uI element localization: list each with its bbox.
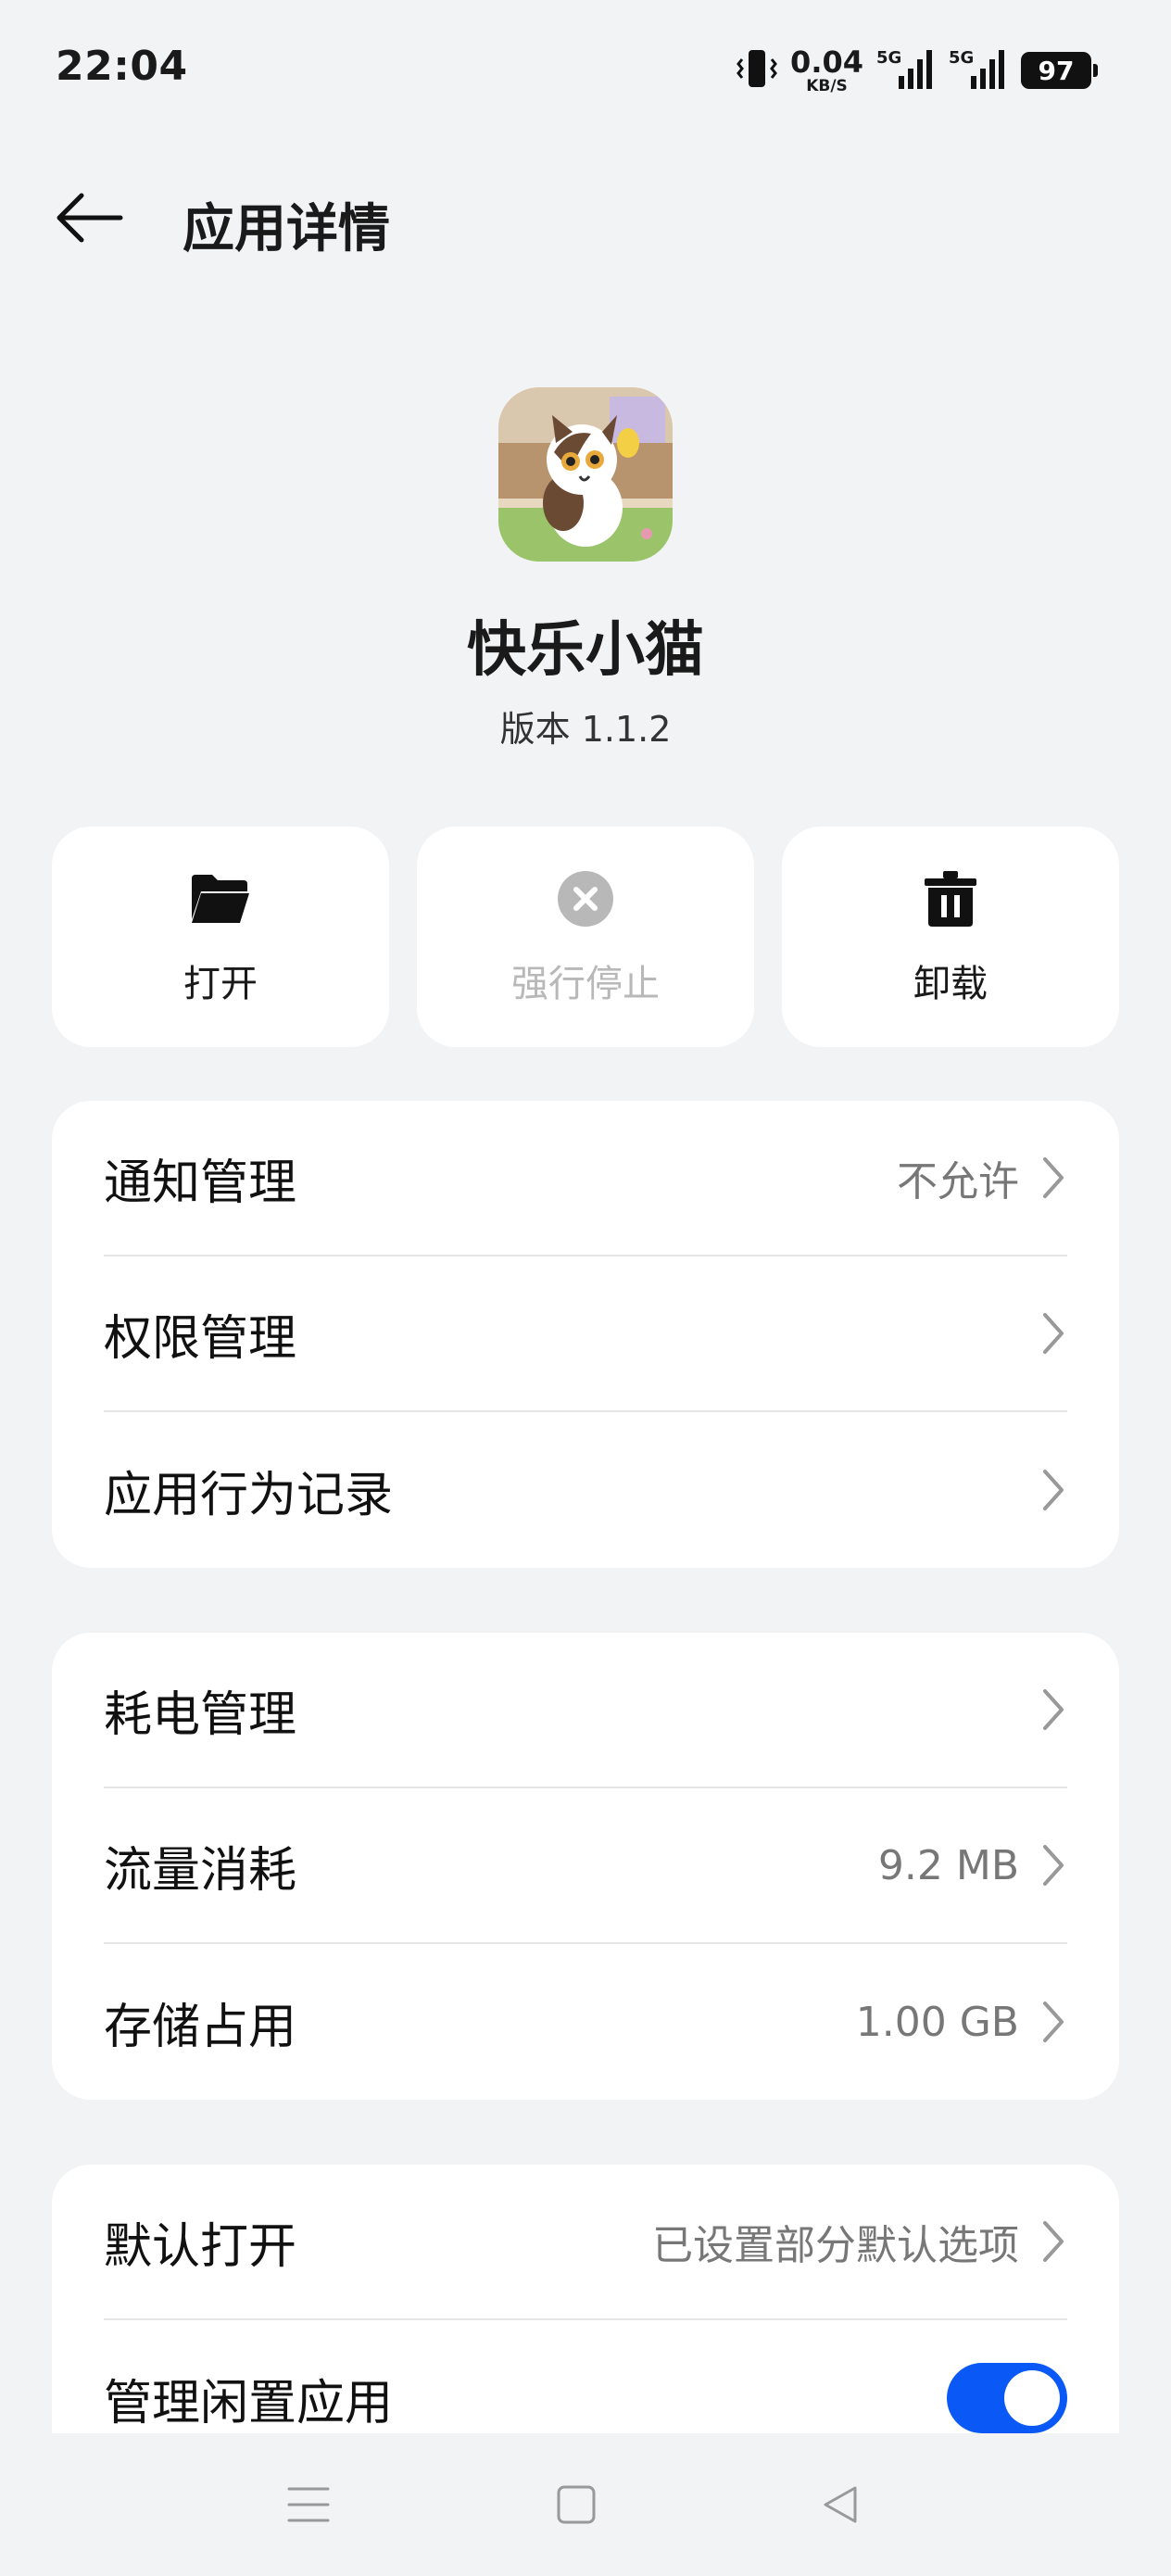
- battery-management-row[interactable]: 耗电管理: [104, 1633, 1067, 1788]
- back-button[interactable]: [52, 181, 126, 255]
- status-bar: 22:04 0.04 KB/S 5G 5G 97: [0, 0, 1171, 139]
- app-icon: [498, 387, 673, 562]
- row-title: 流量消耗: [104, 1842, 297, 1899]
- row-value: 已设置部分默认选项: [652, 2222, 1019, 2269]
- status-icons: 0.04 KB/S 5G 5G 97: [737, 44, 1098, 96]
- navigation-bar: [0, 2433, 1171, 2576]
- idle-apps-toggle[interactable]: [947, 2363, 1067, 2433]
- open-button[interactable]: 打开: [52, 827, 389, 1047]
- net-speed-unit: KB/S: [806, 76, 848, 95]
- data-usage-row[interactable]: 流量消耗 9.2 MB: [104, 1788, 1067, 1944]
- row-title: 应用行为记录: [104, 1467, 394, 1523]
- row-value: 9.2 MB: [877, 1841, 1019, 1889]
- battery-level: 97: [1038, 55, 1075, 86]
- net-speed: 0.04 KB/S: [790, 47, 863, 95]
- folder-open-icon: [188, 866, 253, 931]
- chevron-right-icon: [1043, 1470, 1064, 1510]
- chevron-right-icon: [1043, 2001, 1064, 2042]
- app-version: 版本 1.1.2: [499, 709, 672, 750]
- row-value: 不允许: [897, 1158, 1019, 1206]
- chevron-right-icon: [1043, 1157, 1064, 1198]
- trash-icon: [918, 866, 983, 931]
- menu-icon: [287, 2487, 330, 2522]
- battery-icon: 97: [1021, 52, 1098, 89]
- chevron-right-icon: [1043, 2221, 1064, 2262]
- chevron-right-icon: [1043, 1689, 1064, 1730]
- page-title: 应用详情: [183, 199, 390, 259]
- open-label: 打开: [183, 963, 258, 1005]
- home-button[interactable]: [544, 2472, 609, 2537]
- force-stop-button[interactable]: 强行停止: [417, 827, 754, 1047]
- signal-5g-icon: 5G: [949, 48, 1008, 93]
- action-buttons: 打开 强行停止 卸载: [52, 827, 1119, 1047]
- menu-button[interactable]: [276, 2472, 341, 2537]
- chevron-right-icon: [1043, 1313, 1064, 1354]
- row-value: 1.00 GB: [855, 1998, 1019, 2046]
- uninstall-button[interactable]: 卸载: [782, 827, 1119, 1047]
- back-arrow-icon: [57, 193, 123, 243]
- settings-group-2: 耗电管理 流量消耗 9.2 MB 存储占用 1.00 GB: [52, 1633, 1119, 2100]
- vibrate-icon: [737, 46, 777, 95]
- row-title: 耗电管理: [104, 1686, 297, 1743]
- toggle-knob: [1004, 2370, 1060, 2426]
- signal-5g-icon: 5G: [876, 48, 936, 93]
- manage-idle-apps-row: 管理闲置应用: [104, 2320, 1067, 2433]
- row-title: 权限管理: [104, 1310, 297, 1367]
- row-title: 存储占用: [104, 1999, 297, 2055]
- notification-management-row[interactable]: 通知管理 不允许: [104, 1101, 1067, 1256]
- row-title: 默认打开: [104, 2218, 297, 2275]
- back-triangle-icon: [824, 2486, 857, 2523]
- default-open-row[interactable]: 默认打开 已设置部分默认选项: [104, 2165, 1067, 2320]
- app-name: 快乐小猫: [467, 616, 704, 685]
- back-nav-button[interactable]: [808, 2472, 873, 2537]
- header: 应用详情: [0, 167, 1171, 269]
- home-square-icon: [557, 2485, 596, 2524]
- settings-group-3: 默认打开 已设置部分默认选项 管理闲置应用: [52, 2165, 1119, 2433]
- row-title: 通知管理: [104, 1155, 297, 1211]
- app-behavior-record-row[interactable]: 应用行为记录: [104, 1412, 1067, 1568]
- force-stop-label: 强行停止: [511, 963, 660, 1005]
- net-speed-value: 0.04: [790, 44, 863, 80]
- stop-circle-icon: [553, 866, 618, 931]
- storage-usage-row[interactable]: 存储占用 1.00 GB: [104, 1944, 1067, 2100]
- settings-group-1: 通知管理 不允许 权限管理 应用行为记录: [52, 1101, 1119, 1568]
- row-title: 管理闲置应用: [104, 2375, 394, 2431]
- chevron-right-icon: [1043, 1845, 1064, 1886]
- status-time: 22:04: [56, 43, 188, 90]
- permission-management-row[interactable]: 权限管理: [104, 1256, 1067, 1412]
- uninstall-label: 卸载: [913, 963, 988, 1005]
